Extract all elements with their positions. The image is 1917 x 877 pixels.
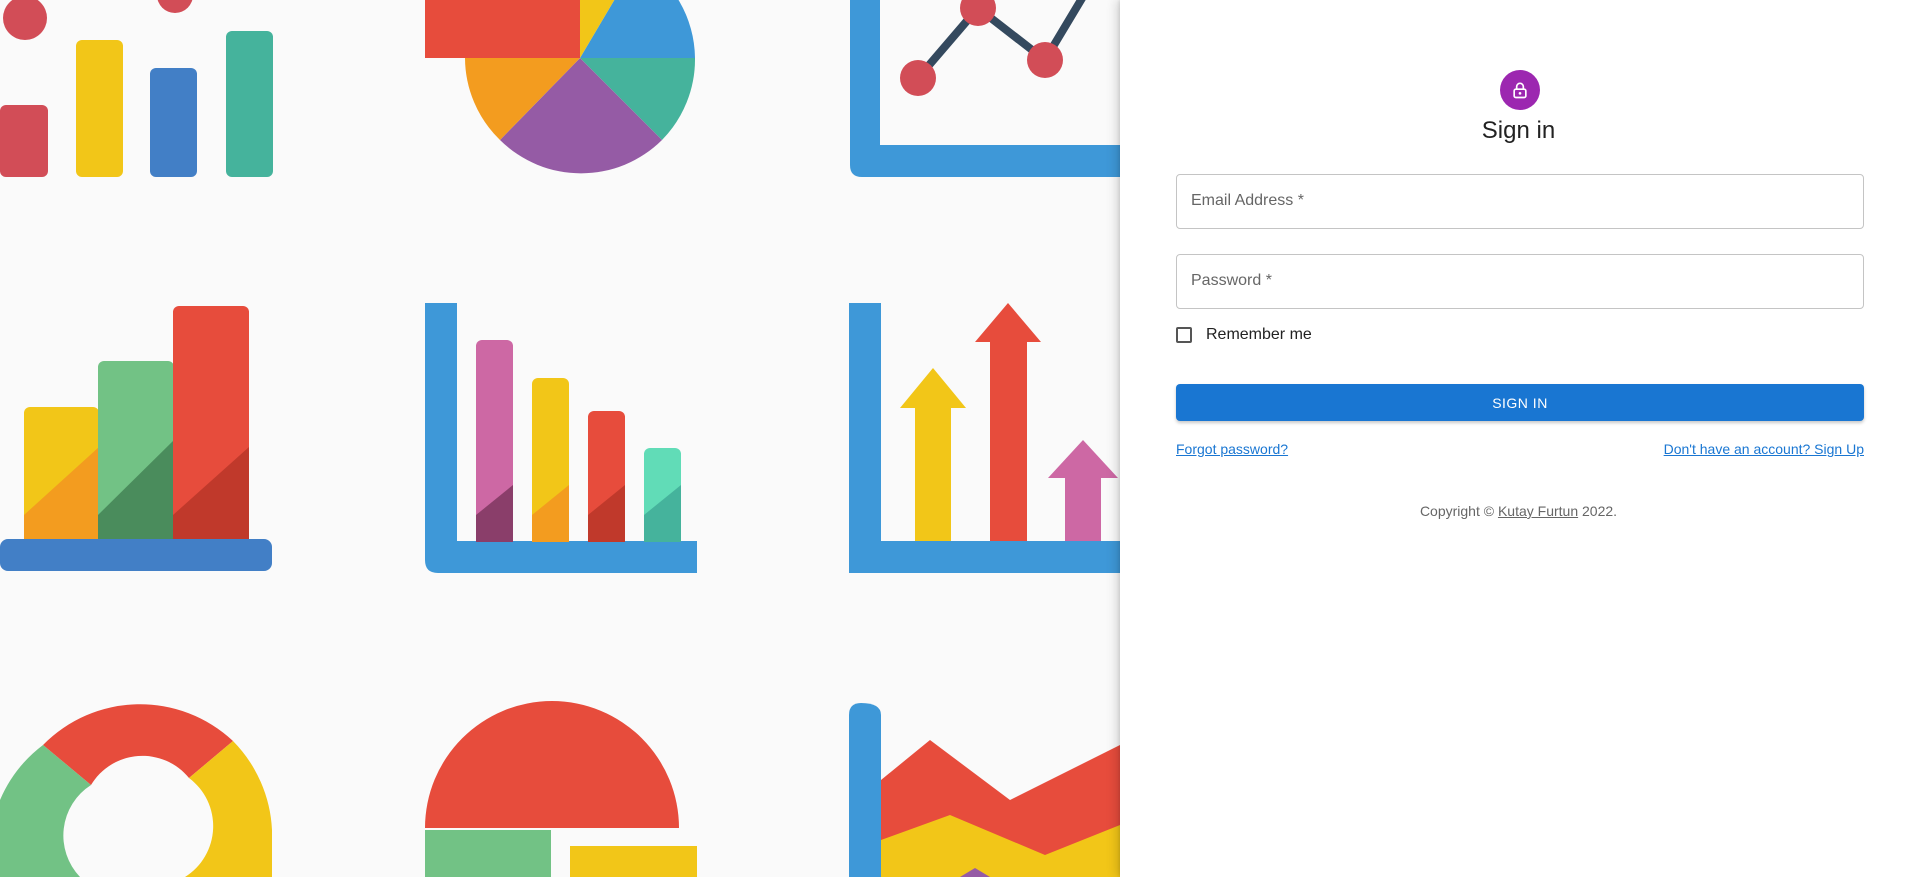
- page-title: Sign in: [1481, 117, 1556, 144]
- sign-up-link[interactable]: Don't have an account? Sign Up: [1664, 441, 1864, 457]
- sign-in-button[interactable]: SIGN IN: [1176, 384, 1864, 421]
- forgot-password-link[interactable]: Forgot password?: [1176, 441, 1288, 457]
- email-input[interactable]: [1177, 175, 1863, 228]
- hero-background-image: [0, 0, 1120, 877]
- password-input[interactable]: [1177, 255, 1863, 308]
- copyright-suffix: 2022.: [1578, 503, 1618, 519]
- chart-illustration: [0, 0, 1120, 877]
- copyright: Copyright © Kutay Furtun 2022.: [1120, 503, 1917, 519]
- email-field[interactable]: Email Address *: [1176, 174, 1864, 229]
- lock-avatar: [1500, 70, 1540, 110]
- password-field[interactable]: Password *: [1176, 254, 1864, 309]
- remember-me-row[interactable]: Remember me: [1176, 326, 1312, 344]
- author-link[interactable]: Kutay Furtun: [1498, 503, 1578, 519]
- remember-me-label[interactable]: Remember me: [1206, 326, 1312, 344]
- remember-me-checkbox[interactable]: [1176, 327, 1192, 343]
- lock-icon: [1513, 82, 1527, 99]
- copyright-prefix: Copyright ©: [1419, 503, 1498, 519]
- signin-panel: Sign in Email Address * Password * Remem…: [1120, 0, 1917, 877]
